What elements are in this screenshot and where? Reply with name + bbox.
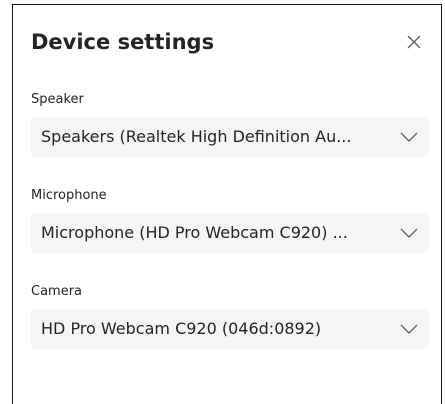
device-settings-panel: Device settings Speaker Speakers (Realte… bbox=[12, 4, 442, 404]
microphone-dropdown[interactable]: Microphone (HD Pro Webcam C920) ... bbox=[31, 213, 429, 253]
speaker-dropdown[interactable]: Speakers (Realtek High Definition Au... bbox=[31, 117, 429, 157]
chevron-down-icon bbox=[399, 321, 419, 337]
speaker-section: Speaker Speakers (Realtek High Definitio… bbox=[31, 91, 429, 157]
camera-selected-value: HD Pro Webcam C920 (046d:0892) bbox=[41, 319, 322, 338]
camera-label: Camera bbox=[31, 284, 83, 299]
microphone-selected-value: Microphone (HD Pro Webcam C920) ... bbox=[41, 223, 348, 242]
camera-dropdown[interactable]: HD Pro Webcam C920 (046d:0892) bbox=[31, 309, 429, 349]
speaker-selected-value: Speakers (Realtek High Definition Au... bbox=[41, 127, 352, 146]
microphone-label: Microphone bbox=[31, 188, 107, 203]
panel-header: Device settings bbox=[31, 27, 423, 61]
camera-section: Camera HD Pro Webcam C920 (046d:0892) bbox=[31, 283, 429, 349]
speaker-label: Speaker bbox=[31, 92, 84, 107]
close-icon bbox=[407, 35, 421, 49]
panel-title: Device settings bbox=[31, 30, 215, 54]
close-button[interactable] bbox=[399, 27, 429, 57]
chevron-down-icon bbox=[399, 225, 419, 241]
microphone-section: Microphone Microphone (HD Pro Webcam C92… bbox=[31, 187, 429, 253]
chevron-down-icon bbox=[399, 129, 419, 145]
